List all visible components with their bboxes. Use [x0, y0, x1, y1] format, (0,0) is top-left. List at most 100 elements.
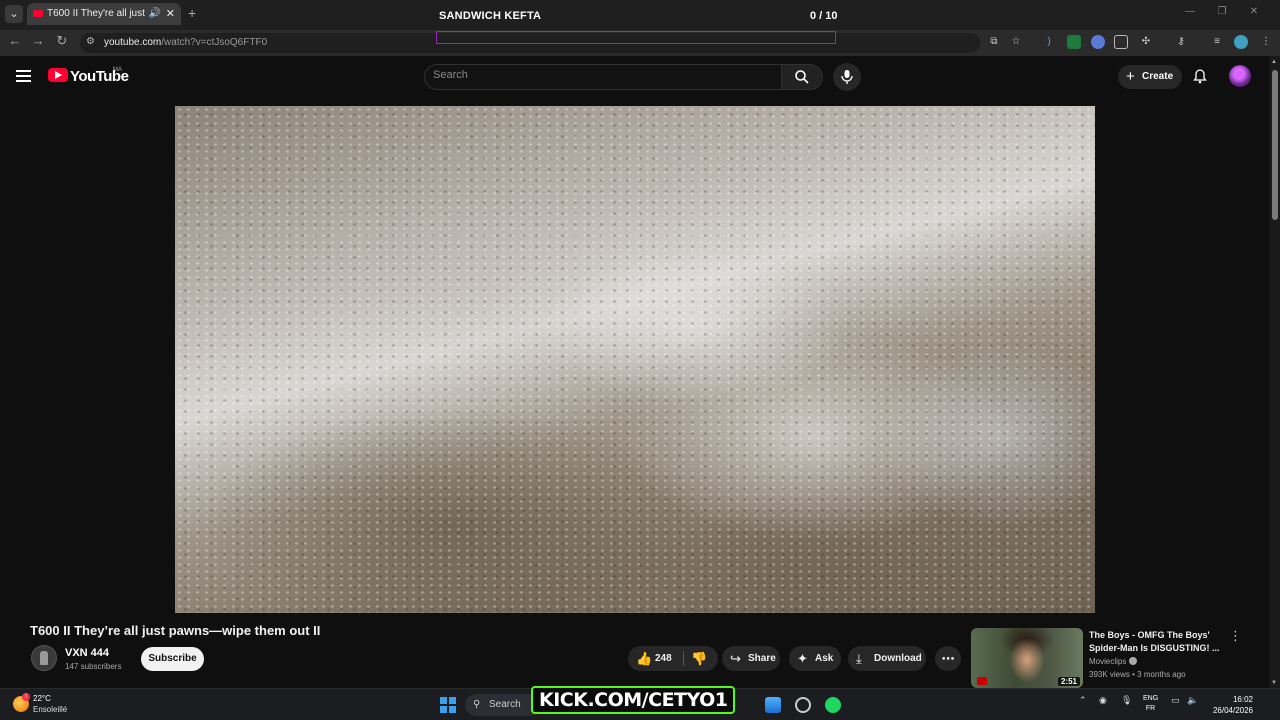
back-button[interactable]: ← [6, 33, 24, 48]
minimize-button[interactable]: — [1174, 6, 1206, 17]
extension-box-icon[interactable] [1114, 35, 1128, 49]
dislike-icon[interactable]: 👎 [691, 646, 707, 671]
tab-search-button[interactable]: ⌄ [5, 5, 23, 23]
more-actions-button[interactable]: ⋯ [935, 646, 961, 671]
like-icon[interactable]: 👍 [636, 646, 652, 671]
search-box[interactable] [424, 64, 782, 90]
passwords-key-icon[interactable]: ⚷ [1174, 35, 1188, 49]
profile-avatar-icon[interactable] [1234, 35, 1248, 49]
speaker-icon[interactable]: 🔊 [149, 3, 161, 25]
notifications-bell-icon[interactable] [1192, 68, 1208, 84]
maximize-button[interactable]: ❐ [1206, 6, 1238, 17]
account-avatar[interactable] [1229, 65, 1251, 87]
language-secondary: FR [1145, 705, 1156, 712]
search-icon [795, 70, 809, 84]
video-player[interactable] [175, 106, 1095, 613]
download-label: Download [874, 653, 922, 664]
video-title: T600 II They’re all just pawns—wipe them… [30, 623, 321, 638]
share-label: Share [748, 653, 776, 664]
close-tab-icon[interactable]: ✕ [166, 3, 175, 25]
youtube-header: YouTube MA + Create [0, 56, 1270, 96]
youtube-favicon-icon [33, 10, 43, 17]
microphone-icon [841, 70, 853, 84]
photos-app-icon[interactable] [765, 697, 781, 713]
kick-stream-url: KICK.COM/CETYO1 [539, 689, 728, 711]
taskbar-clock[interactable]: 16:02 26/04/2026 [1209, 694, 1253, 716]
tray-discord-icon[interactable]: ◉ [1099, 695, 1107, 706]
reload-button[interactable]: ↻ [53, 33, 71, 49]
tray-microphone-icon[interactable]: 🎙 [1121, 695, 1132, 706]
new-tab-button[interactable]: + [188, 5, 196, 21]
scroll-up-icon[interactable]: ▲ [1271, 59, 1277, 65]
input-language[interactable]: ENG FR [1143, 694, 1158, 714]
language-primary: ENG [1143, 695, 1159, 702]
chrome-app-icon[interactable] [795, 697, 811, 713]
read-aloud-icon[interactable]: ) [1042, 35, 1056, 49]
ask-label: Ask [815, 653, 834, 664]
recommendation-menu-icon[interactable]: ⋮ [1229, 628, 1242, 644]
close-window-button[interactable]: ✕ [1238, 6, 1270, 17]
recommendation-meta: 393K views • 3 months ago [1089, 670, 1186, 679]
page-scrollbar[interactable]: ▲ ▼ [1270, 56, 1280, 688]
forward-button[interactable]: → [29, 33, 47, 48]
clock-date: 26/04/2026 [1212, 706, 1253, 715]
create-button[interactable]: + Create [1118, 65, 1182, 89]
search-input[interactable] [433, 69, 763, 81]
menu-hamburger-icon[interactable] [16, 70, 31, 82]
taskbar-search[interactable]: ⚲ Search [465, 694, 541, 716]
windows-start-icon[interactable] [440, 697, 456, 713]
subscriber-count: 147 subscribers [65, 662, 122, 671]
channel-name[interactable]: VXN 444 [65, 647, 109, 659]
download-icon: ⤓ [856, 651, 862, 666]
taskbar-search-label: Search [489, 699, 521, 710]
tab-title: T600 II They're all just pawns—wipe them… [47, 8, 147, 19]
media-controls-icon[interactable]: ≡ [1210, 35, 1224, 49]
search-button[interactable] [781, 64, 823, 90]
browser-tabstrip: ⌄ T600 II They're all just pawns—wipe th… [0, 0, 1280, 30]
extensions-puzzle-icon[interactable]: ✣ [1139, 35, 1153, 49]
video-duration: 2:51 [1057, 677, 1080, 686]
recommendation-channel[interactable]: Movieclips [1089, 657, 1138, 666]
download-button[interactable]: ⤓ Download [848, 646, 926, 671]
share-icon: ↪ [730, 651, 741, 666]
overlay-title: SANDWICH KEFTA [439, 10, 542, 22]
video-frame [175, 106, 1095, 613]
overlay-counter: 0 / 10 [810, 10, 838, 22]
youtube-logo-icon[interactable] [48, 68, 68, 82]
plus-icon: + [1126, 68, 1135, 85]
spotify-app-icon[interactable] [825, 697, 841, 713]
like-dislike-group: 👍 248 👎 [628, 646, 718, 671]
channel-avatar[interactable] [31, 645, 57, 671]
cast-icon[interactable]: ⧉ [987, 35, 1001, 49]
create-label: Create [1142, 71, 1174, 82]
ask-button[interactable]: ✦ Ask [789, 646, 841, 671]
site-info-icon[interactable]: ⚙ [86, 36, 95, 47]
scrollbar-thumb[interactable] [1272, 70, 1278, 220]
network-icon[interactable]: ▭ [1171, 695, 1180, 706]
channel-badge-icon [977, 677, 987, 685]
tray-overflow-icon[interactable]: ⌃ [1079, 695, 1087, 706]
weather-temperature[interactable]: 22°C [33, 694, 51, 703]
recommendation-thumbnail[interactable]: 2:51 [971, 628, 1083, 688]
scroll-down-icon[interactable]: ▼ [1271, 680, 1277, 686]
verified-badge-icon [1129, 657, 1138, 665]
url-host: youtube.com [104, 37, 162, 48]
taskbar-search-icon: ⚲ [473, 699, 481, 710]
extension-green-icon[interactable] [1067, 35, 1081, 49]
extension-blue-icon[interactable] [1091, 35, 1105, 49]
window-controls: — ❐ ✕ [1174, 6, 1270, 17]
recommendation-channel-name: Movieclips [1089, 657, 1127, 666]
sparkle-icon: ✦ [797, 651, 808, 666]
url-path: /watch?v=ctJsoQ6FTF0 [161, 37, 268, 48]
recommendation-title[interactable]: The Boys - OMFG The Boys' Spider-Man Is … [1089, 629, 1224, 655]
browser-tab-active[interactable]: T600 II They're all just pawns—wipe them… [27, 3, 181, 25]
browser-menu-icon[interactable]: ⋮ [1259, 35, 1273, 49]
kick-stream-overlay: KICK.COM/CETYO1 [531, 686, 736, 714]
like-count[interactable]: 248 [655, 646, 672, 671]
share-button[interactable]: ↪ Share [722, 646, 780, 671]
bookmark-star-icon[interactable]: ☆ [1009, 35, 1023, 49]
volume-icon[interactable]: 🔈 [1187, 695, 1198, 706]
weather-description[interactable]: Ensoleillé [33, 705, 67, 714]
voice-search-button[interactable] [833, 63, 861, 91]
subscribe-button[interactable]: Subscribe [141, 647, 204, 671]
